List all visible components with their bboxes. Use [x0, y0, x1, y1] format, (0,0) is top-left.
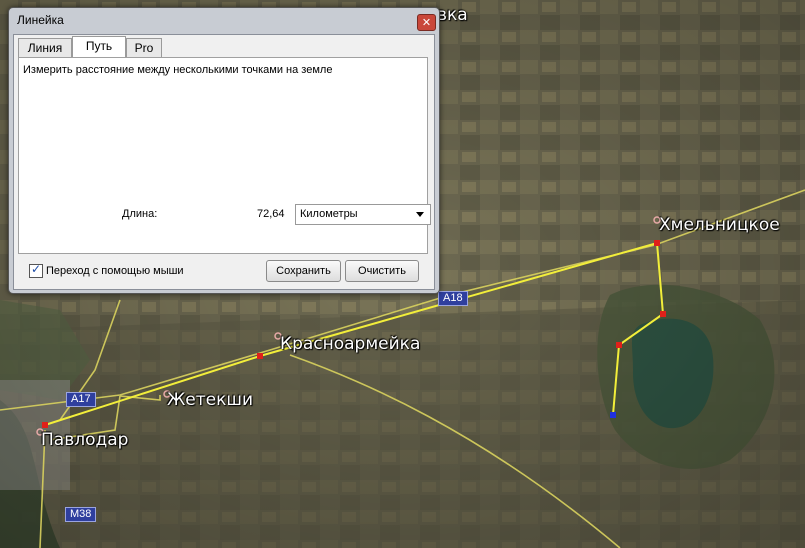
place-label-pavlodar[interactable]: Павлодар	[41, 430, 128, 450]
place-label-krasnoarmeyka[interactable]: Красноармейка	[280, 334, 420, 354]
road-shield-a18: A18	[438, 291, 468, 306]
place-label-khmelnitskoe[interactable]: Хмельницкое	[659, 215, 780, 235]
road-shield-m38: M38	[65, 507, 97, 522]
place-label-zhetekshi[interactable]: Жетекши	[167, 390, 253, 410]
unit-select[interactable]: Километры	[295, 204, 431, 225]
place-label-top-partial: вка	[437, 5, 468, 25]
mouse-navigation-label[interactable]: Переход с помощью мыши	[46, 265, 184, 277]
unit-select-value: Километры	[300, 208, 358, 220]
close-icon[interactable]: ✕	[417, 14, 436, 31]
chevron-down-icon	[416, 212, 424, 217]
description-text: Измерить расстояние между несколькими то…	[23, 64, 333, 76]
dialog-titlebar[interactable]: Линейка ✕	[9, 8, 439, 34]
tab-line[interactable]: Линия	[18, 38, 72, 58]
tab-path[interactable]: Путь	[72, 36, 126, 59]
tab-content: Измерить расстояние между несколькими то…	[18, 57, 431, 254]
mouse-navigation-checkbox[interactable]	[29, 262, 43, 278]
ruler-dialog: Линейка ✕ Линия Путь Pro Измерить рассто…	[8, 7, 440, 294]
tab-pro[interactable]: Pro	[126, 38, 162, 58]
length-label: Длина:	[122, 208, 158, 220]
length-value: 72,64	[257, 208, 285, 220]
dialog-title: Линейка	[17, 13, 64, 27]
road-shield-a17: A17	[66, 392, 96, 407]
save-button[interactable]: Сохранить	[266, 260, 341, 282]
clear-button[interactable]: Очистить	[345, 260, 419, 282]
